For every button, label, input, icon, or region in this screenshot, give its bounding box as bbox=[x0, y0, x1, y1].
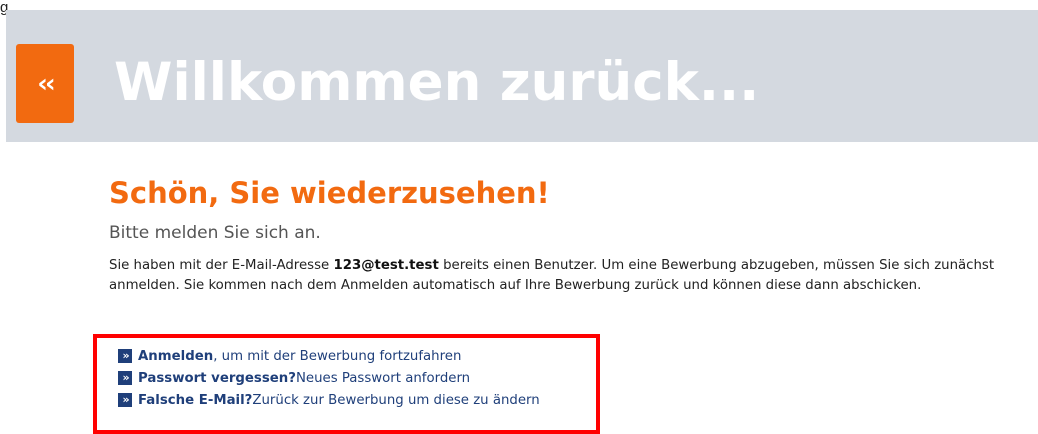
action-link-list: » Anmelden, um mit der Bewerbung fortzuf… bbox=[118, 345, 540, 411]
email-address: 123@test.test bbox=[333, 258, 439, 273]
headline: Schön, Sie wiederzusehen! bbox=[109, 176, 550, 210]
double-chevron-right-icon: » bbox=[118, 349, 132, 363]
login-prompt-content: Schön, Sie wiederzusehen! Bitte melden S… bbox=[109, 174, 1029, 296]
double-chevron-left-icon: ‹‹ bbox=[37, 68, 56, 99]
header-banner: ‹‹ Willkommen zurück... bbox=[6, 10, 1038, 142]
info-paragraph: Sie haben mit der E-Mail-Adresse 123@tes… bbox=[109, 256, 1029, 296]
forgot-password-link[interactable]: » Passwort vergessen? Neues Passwort anf… bbox=[118, 367, 540, 389]
link-rest-text: Neues Passwort anfordern bbox=[295, 370, 471, 386]
paragraph-text-before: Sie haben mit der E-Mail-Adresse bbox=[109, 258, 334, 273]
link-strong-text: Passwort vergessen? bbox=[138, 370, 296, 386]
back-button[interactable]: ‹‹ bbox=[16, 44, 74, 123]
link-strong-text: Anmelden bbox=[138, 348, 214, 364]
wrong-email-link[interactable]: » Falsche E-Mail? Zurück zur Bewerbung u… bbox=[118, 389, 540, 411]
link-rest-text: , um mit der Bewerbung fortzufahren bbox=[213, 348, 462, 364]
subline: Bitte melden Sie sich an. bbox=[109, 223, 321, 243]
link-rest-text: Zurück zur Bewerbung um diese zu ändern bbox=[252, 392, 540, 408]
page-title: Willkommen zurück... bbox=[114, 52, 760, 113]
link-strong-text: Falsche E-Mail? bbox=[138, 392, 253, 408]
double-chevron-right-icon: » bbox=[118, 371, 132, 385]
login-link[interactable]: » Anmelden, um mit der Bewerbung fortzuf… bbox=[118, 345, 540, 367]
double-chevron-right-icon: » bbox=[118, 393, 132, 407]
